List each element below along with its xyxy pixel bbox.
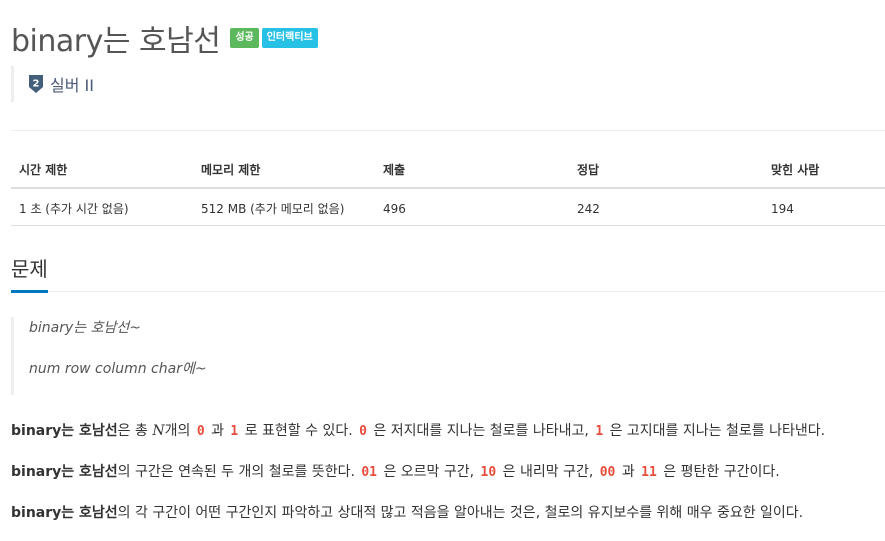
header-memory-limit: 메모리 제한	[193, 150, 375, 189]
paragraph-bold-name: binary는 호남선	[11, 423, 118, 439]
cell-memory-limit: 512 MB (추가 메모리 없음)	[193, 188, 375, 226]
inline-code: 1	[595, 424, 604, 439]
inline-code: 11	[641, 465, 657, 480]
tier-number: 2	[33, 79, 40, 90]
tier-label[interactable]: 실버 II	[50, 72, 94, 96]
cell-accepted: 242	[569, 188, 763, 226]
paragraph-bold-name: binary는 호남선	[11, 505, 118, 521]
paragraph-bold-name: binary는 호남선	[11, 464, 118, 480]
header-accepted: 정답	[569, 150, 763, 189]
inline-code: 01	[361, 465, 378, 480]
problem-paragraph-3: binary는 호남선의 각 구간이 어떤 구간인지 파악하고 상대적 많고 적…	[11, 505, 804, 521]
silver-tier-icon: 2	[29, 75, 43, 93]
problem-paragraph-2: binary는 호남선의 구간은 연속된 두 개의 철로를 뜻한다. 01 은 …	[11, 464, 780, 480]
problem-info-table: 시간 제한 메모리 제한 제출 정답 맞힌 사람 1 초 (추가 시간 없음) …	[11, 150, 885, 226]
status-badge-success[interactable]: 성공	[230, 28, 259, 48]
cell-submissions: 496	[375, 188, 569, 226]
inline-code: 1	[230, 424, 239, 439]
table-row: 1 초 (추가 시간 없음) 512 MB (추가 메모리 없음) 496 24…	[11, 188, 885, 226]
tag-badge-interactive[interactable]: 인터랙티브	[261, 28, 318, 48]
header-solvers: 맞힌 사람	[763, 150, 885, 189]
problem-paragraph-1: binary는 호남선은 총 N개의 0 과 1 로 표현할 수 있다. 0 은…	[11, 423, 826, 439]
header-time-limit: 시간 제한	[11, 150, 193, 189]
tier-block: 2 실버 II	[11, 66, 94, 102]
cell-time-limit: 1 초 (추가 시간 없음)	[11, 188, 193, 226]
math-variable: N	[152, 423, 165, 439]
header-divider	[11, 130, 885, 131]
problem-title: binary는 호남선	[11, 24, 221, 59]
quote-line: binary는 호남선~	[29, 320, 141, 336]
inline-code: 0	[196, 424, 205, 439]
problem-header: binary는 호남선 성공 인터랙티브	[11, 18, 318, 59]
quote-line: num row column char에~	[29, 361, 207, 377]
table-header-row: 시간 제한 메모리 제한 제출 정답 맞힌 사람	[11, 150, 885, 189]
section-title: 문제	[11, 254, 48, 293]
section-header: 문제	[11, 254, 885, 293]
cell-solvers: 194	[763, 188, 885, 226]
inline-code: 10	[480, 465, 497, 480]
problem-quote: binary는 호남선~ num row column char에~	[11, 317, 207, 395]
inline-code: 00	[599, 465, 616, 480]
inline-code: 0	[359, 424, 367, 439]
header-submissions: 제출	[375, 150, 569, 189]
